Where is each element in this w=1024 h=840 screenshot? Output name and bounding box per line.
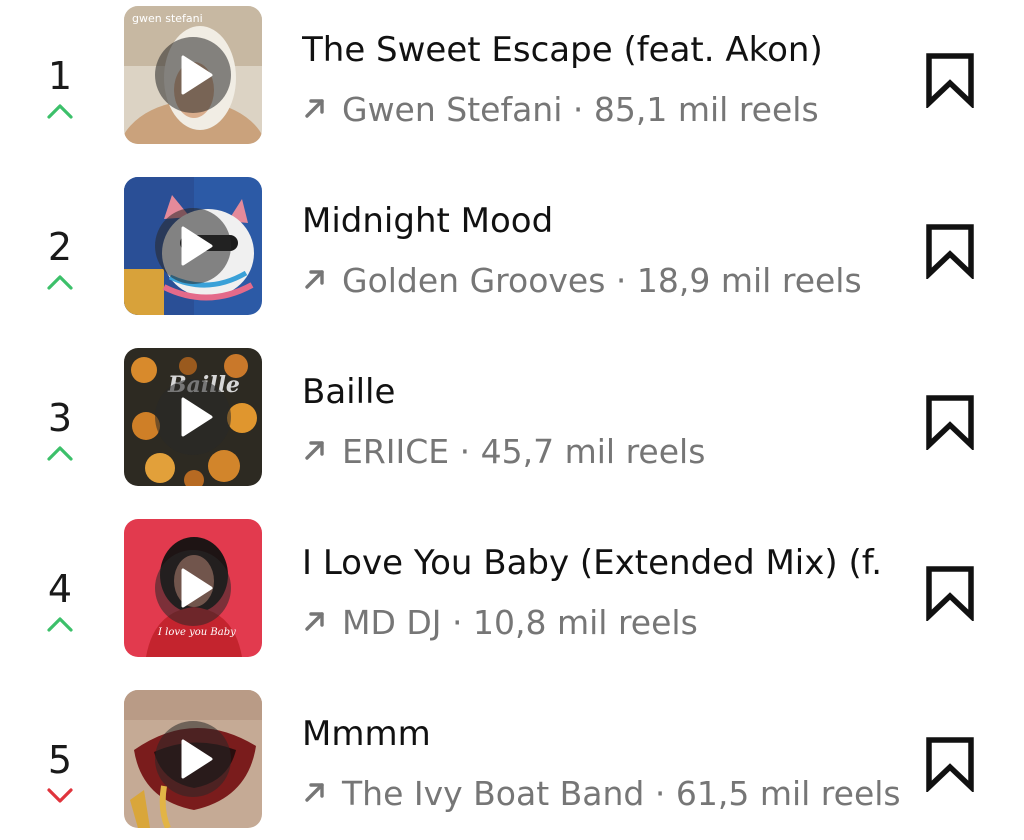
trending-arrow-icon [305,783,324,802]
rank-number: 4 [47,567,73,611]
play-button[interactable] [155,550,231,626]
track-title[interactable]: I Love You Baby (Extended Mix) (f... [302,541,882,585]
trending-arrow-icon [305,612,324,631]
track-row[interactable]: 2 Midnight Mood Golden Grooves · 18,9 mi… [0,177,1024,327]
rank-number: 2 [47,225,73,269]
track-title[interactable]: Midnight Mood [302,199,882,243]
play-icon [181,739,213,779]
reels-count: 45,7 mil reels [480,432,706,471]
track-meta: Golden Grooves · 18,9 mil reels [300,259,920,303]
track-row[interactable]: 1 gwen stefani The Sweet Escape (feat. A… [0,6,1024,156]
play-button[interactable] [155,208,231,284]
album-cover[interactable]: I love you Baby [124,519,262,657]
bookmark-icon [926,566,974,623]
play-button[interactable] [155,37,231,113]
rank-column: 2 [28,225,92,315]
rank-number: 5 [47,738,73,782]
artist-name[interactable]: Golden Grooves [342,261,605,300]
track-meta: Gwen Stefani · 85,1 mil reels [300,88,920,132]
track-title[interactable]: The Sweet Escape (feat. Akon) [302,28,882,72]
meta-separator: · [615,261,627,300]
artist-name[interactable]: MD DJ [342,603,442,642]
album-cover[interactable]: Baille [124,348,262,486]
play-icon [181,397,213,437]
rank-number: 1 [47,54,73,98]
trending-arrow-icon [305,270,324,289]
album-cover[interactable]: gwen stefani [124,6,262,144]
meta-separator: · [654,774,666,813]
track-title[interactable]: Baille [302,370,882,414]
cover-text: gwen stefani [132,12,203,25]
track-row[interactable]: 4 I love you Baby I Love You Baby (Exten… [0,519,1024,669]
save-bookmark-button[interactable] [924,394,976,452]
play-icon [181,226,213,266]
rank-number: 3 [47,396,73,440]
play-icon [181,55,213,95]
trending-arrow-icon [305,99,324,118]
rank-column: 1 [28,54,92,144]
reels-count: 61,5 mil reels [675,774,901,813]
track-row[interactable]: 3 Baille Baille ERIIC [0,348,1024,498]
cover-text: I love you Baby [157,627,236,638]
reels-count: 85,1 mil reels [593,90,819,129]
artist-name[interactable]: Gwen Stefani [342,90,562,129]
track-title[interactable]: Mmmm [302,712,882,756]
track-meta: MD DJ · 10,8 mil reels [300,601,920,645]
bookmark-icon [926,395,974,452]
bookmark-icon [926,737,974,794]
save-bookmark-button[interactable] [924,736,976,794]
artist-name[interactable]: The Ivy Boat Band [342,774,644,813]
play-icon [181,568,213,608]
meta-separator: · [572,90,584,129]
track-row[interactable]: 5 Mmmm The Ivy Boat Band · 61,5 mil reel… [0,690,1024,840]
reels-count: 10,8 mil reels [473,603,698,642]
trend-up-icon [44,100,76,122]
meta-separator: · [452,603,463,642]
album-cover[interactable] [124,690,262,828]
audio-chart-list: 1 gwen stefani The Sweet Escape (feat. A… [0,0,1024,840]
rank-column: 3 [28,396,92,486]
trend-up-icon [44,271,76,293]
save-bookmark-button[interactable] [924,565,976,623]
trending-arrow-icon [305,441,324,460]
track-meta: The Ivy Boat Band · 61,5 mil reels [300,772,920,816]
album-cover[interactable] [124,177,262,315]
trend-up-icon [44,613,76,635]
meta-separator: · [459,432,471,471]
bookmark-icon [926,53,974,110]
trend-up-icon [44,442,76,464]
track-meta: ERIICE · 45,7 mil reels [300,430,920,474]
trend-down-icon [44,784,76,806]
artist-name[interactable]: ERIICE [342,432,449,471]
play-button[interactable] [155,721,231,797]
save-bookmark-button[interactable] [924,52,976,110]
rank-column: 5 [28,738,92,828]
reels-count: 18,9 mil reels [636,261,862,300]
bookmark-icon [926,224,974,281]
rank-column: 4 [28,567,92,657]
play-button[interactable] [155,379,231,455]
save-bookmark-button[interactable] [924,223,976,281]
